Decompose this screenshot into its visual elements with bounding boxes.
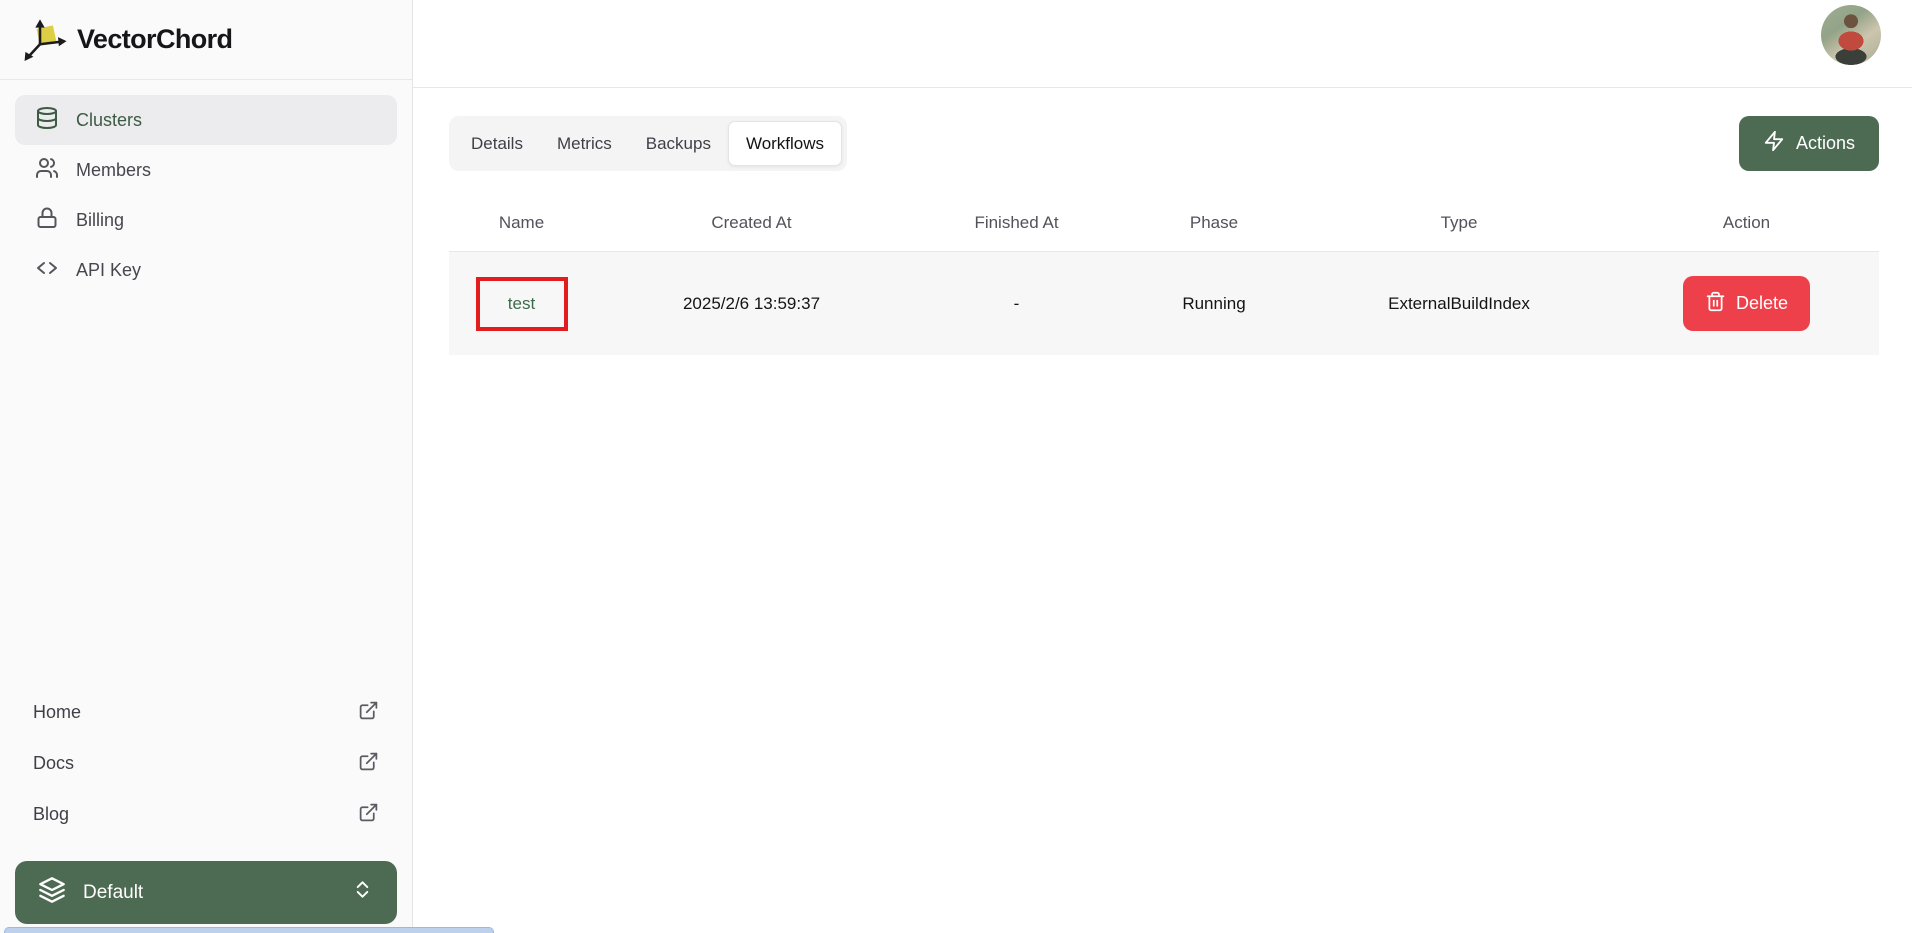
sidebar-item-api-key[interactable]: API Key (15, 245, 397, 295)
column-header-type: Type (1304, 213, 1614, 233)
content: Details Metrics Backups Workflows (413, 88, 1912, 355)
sidebar-item-clusters[interactable]: Clusters (15, 95, 397, 145)
sidebar-link-home[interactable]: Home (15, 687, 397, 738)
sidebar-item-label: Clusters (76, 110, 142, 131)
tab-label: Metrics (557, 134, 612, 154)
tab-bar: Details Metrics Backups Workflows (449, 116, 847, 171)
tab-label: Backups (646, 134, 711, 154)
sidebar-item-billing[interactable]: Billing (15, 195, 397, 245)
cell-action: Delete (1614, 276, 1879, 331)
brand-title: VectorChord (77, 24, 232, 55)
chevrons-up-down-icon (351, 878, 374, 907)
tab-details[interactable]: Details (454, 121, 540, 166)
cell-finished-at: - (909, 294, 1124, 314)
sidebar-footer: Home Docs (0, 687, 412, 933)
sidebar-item-label: Billing (76, 210, 124, 231)
table-header-row: Name Created At Finished At Phase Type A… (449, 195, 1879, 251)
sidebar-nav: Clusters Members (0, 80, 412, 295)
tab-backups[interactable]: Backups (629, 121, 728, 166)
sidebar: VectorChord Clusters (0, 0, 413, 933)
user-avatar[interactable] (1821, 5, 1881, 65)
workspace-label: Default (83, 882, 143, 904)
users-icon (35, 156, 59, 185)
sidebar-link-blog[interactable]: Blog (15, 789, 397, 840)
column-header-phase: Phase (1124, 213, 1304, 233)
side-link-label: Home (33, 702, 81, 723)
tab-metrics[interactable]: Metrics (540, 121, 629, 166)
annotation-highlight-box: test (476, 277, 568, 331)
trash-icon (1705, 291, 1726, 317)
cell-name: test (449, 277, 594, 331)
sidebar-item-label: API Key (76, 260, 141, 281)
sidebar-item-label: Members (76, 160, 151, 181)
database-icon (35, 106, 59, 135)
app-root: VectorChord Clusters (0, 0, 1912, 933)
topbar (413, 0, 1912, 88)
tab-workflows[interactable]: Workflows (728, 121, 842, 166)
side-link-label: Blog (33, 804, 69, 825)
sidebar-link-docs[interactable]: Docs (15, 738, 397, 789)
actions-button[interactable]: Actions (1739, 116, 1879, 171)
external-link-icon (358, 700, 379, 726)
workflows-table: Name Created At Finished At Phase Type A… (449, 195, 1879, 355)
horizontal-scrollbar[interactable] (4, 927, 494, 933)
column-header-action: Action (1614, 213, 1879, 233)
workspace-selector[interactable]: Default (15, 861, 397, 924)
actions-button-label: Actions (1796, 133, 1855, 154)
tab-label: Details (471, 134, 523, 154)
delete-button-label: Delete (1736, 293, 1788, 314)
tab-label: Workflows (746, 134, 824, 154)
lock-icon (35, 206, 59, 235)
cell-phase: Running (1124, 294, 1304, 314)
side-link-label: Docs (33, 753, 74, 774)
sidebar-item-members[interactable]: Members (15, 145, 397, 195)
cell-created-at: 2025/2/6 13:59:37 (594, 294, 909, 314)
vectorchord-logo-icon (22, 16, 70, 64)
toolbar: Details Metrics Backups Workflows (449, 116, 1879, 171)
workflow-name-link[interactable]: test (508, 294, 535, 314)
code-icon (35, 256, 59, 285)
delete-button[interactable]: Delete (1683, 276, 1810, 331)
column-header-name: Name (449, 213, 594, 233)
column-header-created-at: Created At (594, 213, 909, 233)
brand-header: VectorChord (0, 0, 412, 80)
lightning-icon (1763, 130, 1785, 157)
table-row: test 2025/2/6 13:59:37 - Running Externa… (449, 251, 1879, 355)
column-header-finished-at: Finished At (909, 213, 1124, 233)
main-area: Details Metrics Backups Workflows (413, 0, 1912, 933)
layers-icon (38, 876, 66, 910)
external-link-icon (358, 751, 379, 777)
cell-type: ExternalBuildIndex (1304, 294, 1614, 314)
external-link-icon (358, 802, 379, 828)
